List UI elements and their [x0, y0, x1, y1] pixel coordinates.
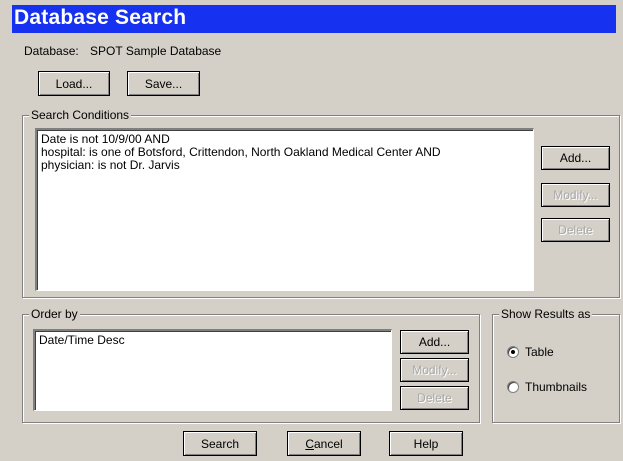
order-add-label: Add... [418, 335, 451, 349]
database-label: Database: [24, 44, 79, 58]
order-modify-button[interactable]: Modify... [400, 358, 469, 382]
save-button[interactable]: Save... [127, 71, 200, 96]
search-button-label: Search [200, 436, 240, 451]
show-results-legend: Show Results as [499, 307, 593, 321]
radio-thumbnails[interactable]: Thumbnails [507, 380, 587, 394]
help-button-label: Help [413, 436, 439, 451]
conditions-add-label: Add... [559, 151, 592, 165]
radio-table-button[interactable] [507, 346, 519, 358]
radio-table-label: Table [525, 345, 554, 359]
order-delete-label: Delete [417, 391, 452, 405]
condition-item[interactable]: physician: is not Dr. Jarvis [41, 159, 529, 172]
conditions-delete-button[interactable]: Delete [541, 218, 610, 242]
cancel-button[interactable]: Cancel [287, 431, 361, 456]
order-by-legend: Order by [29, 307, 80, 321]
radio-thumbnails-button[interactable] [507, 381, 519, 393]
load-button-label: Load... [55, 76, 93, 91]
save-button-label: Save... [144, 76, 183, 91]
conditions-add-button[interactable]: Add... [541, 146, 610, 170]
window-title: Database Search [14, 6, 187, 29]
order-delete-button[interactable]: Delete [400, 386, 469, 410]
search-conditions-legend: Search Conditions [29, 108, 132, 122]
radio-thumbnails-label: Thumbnails [525, 380, 588, 394]
title-bar: Database Search [12, 5, 616, 33]
cancel-rest: ancel [313, 436, 343, 451]
order-add-button[interactable]: Add... [400, 330, 469, 354]
show-results-group: Show Results as [492, 307, 620, 423]
help-button[interactable]: Help [389, 431, 463, 456]
order-by-list[interactable]: Date/Time Desc [33, 329, 392, 411]
conditions-delete-label: Delete [558, 223, 593, 237]
radio-table[interactable]: Table [507, 345, 554, 359]
database-search-window: Database Search Database: SPOT Sample Da… [0, 0, 623, 461]
cancel-accelerator: C [305, 436, 314, 451]
cancel-button-label: Cancel [305, 437, 342, 451]
conditions-modify-label: Modify... [553, 188, 598, 202]
search-button[interactable]: Search [183, 431, 257, 456]
database-line: Database: SPOT Sample Database [24, 44, 221, 58]
conditions-modify-button[interactable]: Modify... [541, 183, 610, 207]
order-item[interactable]: Date/Time Desc [39, 334, 387, 347]
load-button[interactable]: Load... [38, 71, 110, 96]
database-name: SPOT Sample Database [90, 44, 222, 58]
order-modify-label: Modify... [412, 363, 457, 377]
search-conditions-list[interactable]: Date is not 10/9/00 AND hospital: is one… [35, 128, 534, 291]
